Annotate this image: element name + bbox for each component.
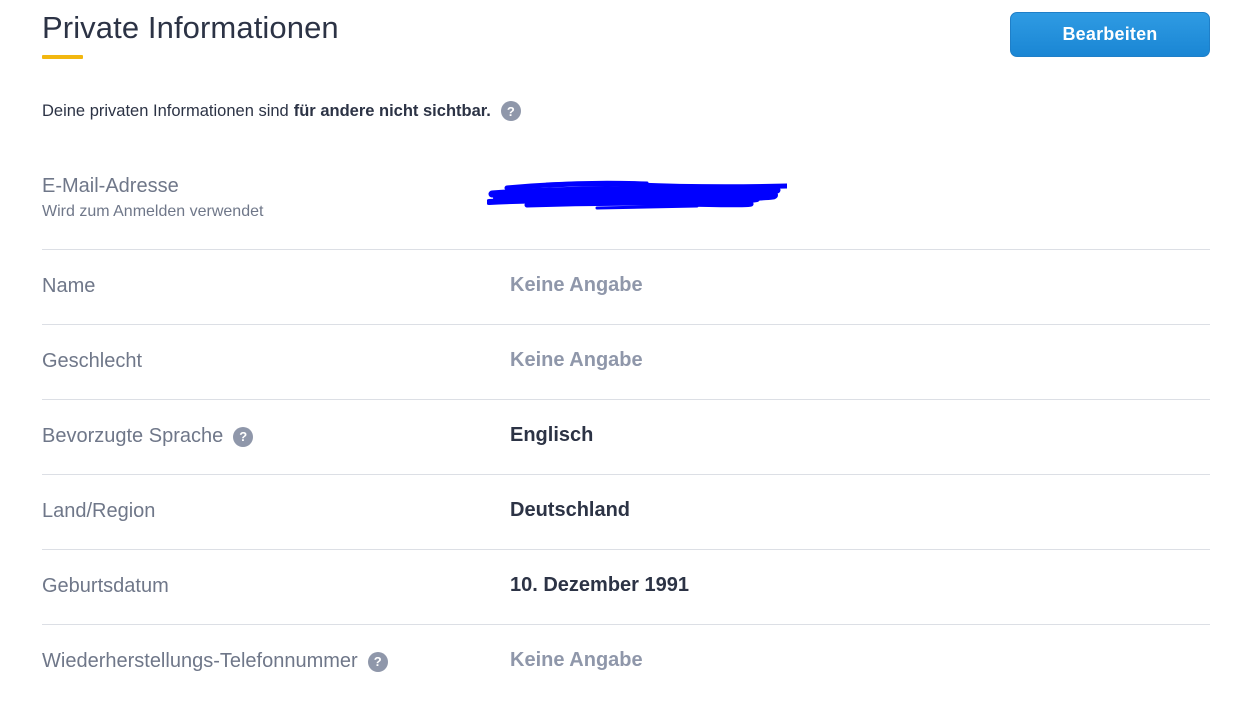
birthdate-row: Geburtsdatum 10. Dezember 1991	[42, 550, 1210, 625]
email-row: E-Mail-Adresse Wird zum Anmelden verwend…	[42, 160, 1210, 250]
language-row: Bevorzugte Sprache ? Englisch	[42, 400, 1210, 475]
privacy-notice-bold: für andere nicht sichtbar.	[293, 101, 491, 120]
recovery-phone-help-icon[interactable]: ?	[367, 651, 388, 672]
recovery-phone-label-wrap: Wiederherstellungs-Telefonnummer ?	[42, 650, 388, 673]
redacted-email-scribble	[487, 180, 787, 210]
country-value: Deutschland	[510, 499, 631, 521]
country-label: Land/Region	[42, 500, 156, 522]
recovery-phone-value: Keine Angabe	[510, 649, 643, 671]
private-info-page: Private Informationen Bearbeiten Deine p…	[0, 0, 1239, 719]
privacy-notice: Deine privaten Informationen sind für an…	[42, 101, 521, 121]
language-label-wrap: Bevorzugte Sprache ?	[42, 425, 254, 448]
email-sublabel: Wird zum Anmelden verwendet	[42, 203, 264, 220]
gender-row: Geschlecht Keine Angabe	[42, 325, 1210, 400]
page-title: Private Informationen	[42, 10, 339, 45]
privacy-notice-text: Deine privaten Informationen sind	[42, 101, 289, 120]
country-row: Land/Region Deutschland	[42, 475, 1210, 550]
name-value: Keine Angabe	[510, 274, 643, 296]
recovery-phone-label: Wiederherstellungs-Telefonnummer	[42, 650, 358, 672]
language-value: Englisch	[510, 424, 594, 446]
email-label: E-Mail-Adresse	[42, 175, 179, 197]
language-label: Bevorzugte Sprache	[42, 425, 224, 447]
name-row: Name Keine Angabe	[42, 250, 1210, 325]
language-help-icon[interactable]: ?	[233, 426, 254, 447]
birthdate-value: 10. Dezember 1991	[510, 574, 690, 596]
help-icon[interactable]: ?	[500, 101, 521, 121]
gender-value: Keine Angabe	[510, 349, 643, 371]
gender-label: Geschlecht	[42, 350, 143, 372]
name-label: Name	[42, 275, 96, 297]
title-underline	[42, 55, 83, 59]
edit-button[interactable]: Bearbeiten	[1010, 12, 1210, 57]
birthdate-label: Geburtsdatum	[42, 575, 169, 597]
recovery-phone-row: Wiederherstellungs-Telefonnummer ? Keine…	[42, 625, 1210, 700]
